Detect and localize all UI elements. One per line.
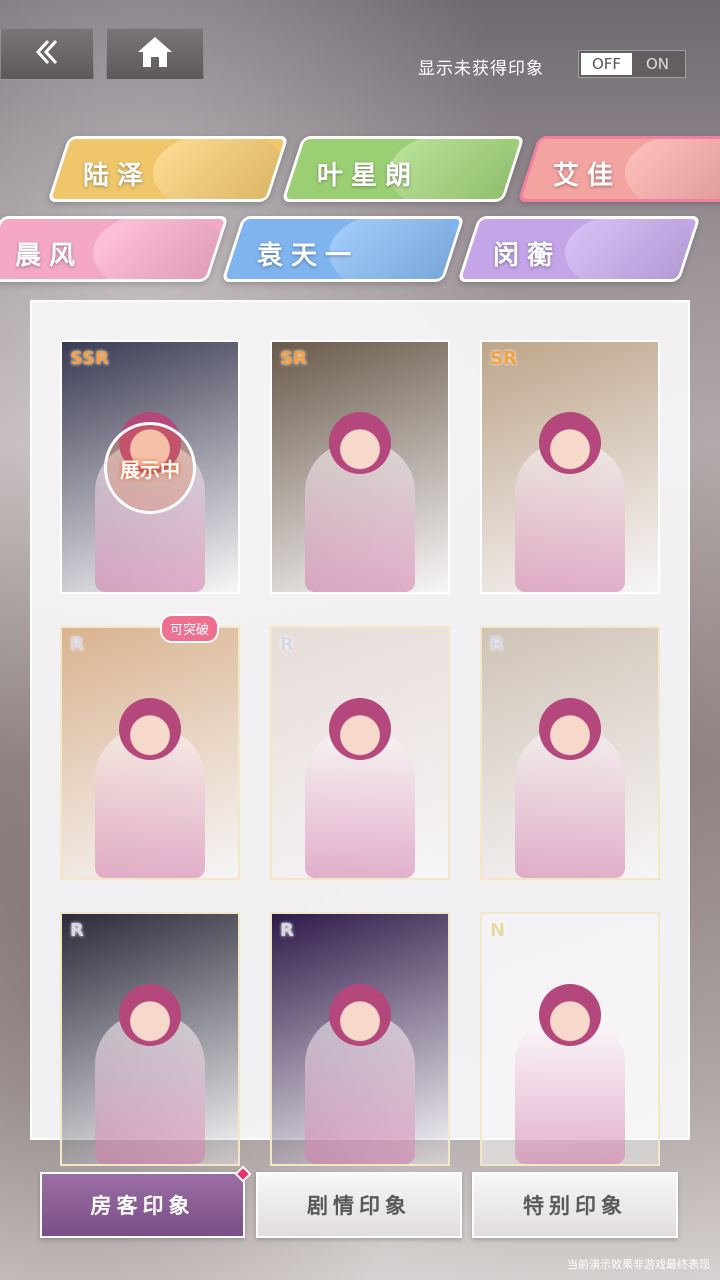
character-tab[interactable]: 闵蘅 [457, 216, 701, 282]
character-head [119, 698, 181, 760]
rarity-badge: R [280, 634, 294, 655]
character-tab[interactable]: 袁天一 [221, 216, 465, 282]
show-unobtained-label: 显示未获得印象 [418, 59, 544, 79]
character-name: 艾佳 [553, 161, 622, 191]
character-head [539, 984, 601, 1046]
character-tab-inner: 晨风 [0, 216, 223, 282]
rarity-badge: R [70, 634, 84, 655]
showcase-stamp: 展示中 [104, 422, 196, 514]
show-unobtained-toggle[interactable]: OFF ON [578, 50, 686, 78]
character-name: 晨风 [14, 241, 84, 271]
character-name: 袁天一 [257, 241, 360, 271]
character-portrait [625, 136, 720, 202]
character-portrait [565, 216, 695, 282]
rarity-badge: R [490, 634, 504, 655]
breakthrough-badge: 可突破 [160, 614, 220, 643]
character-portrait [93, 216, 223, 282]
impression-card[interactable]: R [60, 626, 240, 880]
character-tab[interactable]: 晨风 [0, 216, 229, 282]
tab-special-impression[interactable]: 特别印象 [472, 1172, 678, 1238]
toggle-on-option[interactable]: ON [632, 53, 683, 75]
rarity-badge: SR [490, 348, 517, 369]
character-tab-inner: 叶星朗 [295, 136, 519, 202]
character-portrait [153, 136, 283, 202]
character-head [119, 984, 181, 1046]
rarity-badge: R [280, 920, 294, 941]
character-tab[interactable]: 艾佳 [517, 136, 720, 202]
impression-card[interactable]: R [270, 912, 450, 1166]
character-head [329, 698, 391, 760]
character-head [329, 412, 391, 474]
character-name: 闵蘅 [493, 241, 562, 271]
home-button[interactable] [106, 28, 204, 80]
back-button[interactable] [0, 28, 94, 80]
tab-label: 剧情印象 [307, 1194, 411, 1218]
tab-story-impression[interactable]: 剧情印象 [256, 1172, 462, 1238]
rarity-badge: SR [280, 348, 307, 369]
disclaimer-text: 当前演示效果非游戏最终表现 [567, 1258, 710, 1271]
character-name: 陆泽 [83, 161, 152, 191]
impression-card[interactable]: SSR 展示中 [60, 340, 240, 594]
rarity-badge: SSR [70, 348, 109, 369]
tab-guest-impression[interactable]: 房客印象 [40, 1165, 252, 1238]
toggle-off-option[interactable]: OFF [581, 53, 632, 75]
character-tab[interactable]: 陆泽 [47, 136, 289, 202]
rarity-badge: R [70, 920, 84, 941]
home-icon [136, 35, 174, 73]
tab-label: 房客印象 [90, 1194, 195, 1218]
character-name: 叶星朗 [317, 161, 420, 191]
impression-card[interactable]: R [270, 626, 450, 880]
character-head [539, 412, 601, 474]
character-tab[interactable]: 叶星朗 [281, 136, 525, 202]
character-tab-inner: 闵蘅 [471, 216, 695, 282]
rarity-badge: N [490, 920, 506, 941]
impression-card[interactable]: R [480, 626, 660, 880]
character-head [539, 698, 601, 760]
impression-card[interactable]: R [60, 912, 240, 1166]
character-tab-inner: 艾佳 [531, 136, 720, 202]
character-tab-inner: 陆泽 [61, 136, 283, 202]
tab-label: 特别印象 [523, 1194, 627, 1218]
impression-card[interactable]: N [480, 912, 660, 1166]
character-head [329, 984, 391, 1046]
double-chevron-left-icon [30, 35, 64, 73]
character-tab-inner: 袁天一 [235, 216, 459, 282]
impression-card-grid: SSR 展示中 SR SR R 可突破 R R R R N [30, 300, 690, 1166]
impression-card[interactable]: SR [480, 340, 660, 594]
impression-card[interactable]: SR [270, 340, 450, 594]
